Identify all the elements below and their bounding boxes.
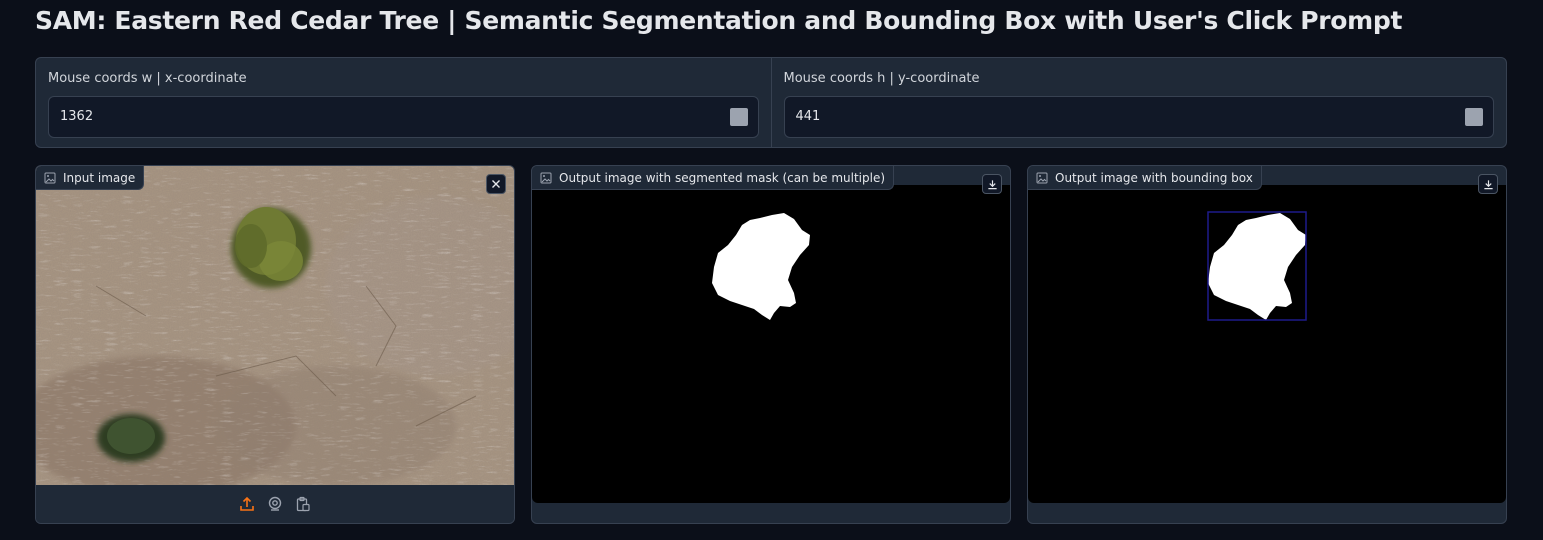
upload-button[interactable] bbox=[238, 495, 256, 513]
x-coordinate-field[interactable]: 1362 bbox=[48, 96, 759, 138]
download-mask-button[interactable] bbox=[982, 174, 1002, 194]
mask-output-panel: Output image with segmented mask (can be… bbox=[531, 165, 1011, 524]
image-icon bbox=[44, 172, 56, 183]
cedar-tree-small bbox=[97, 414, 165, 462]
input-source-toolbar bbox=[36, 485, 514, 523]
x-coordinate-block: Mouse coords w | x-coordinate 1362 bbox=[36, 58, 771, 147]
y-coordinate-swatch bbox=[1465, 108, 1483, 126]
upload-icon bbox=[240, 496, 254, 511]
image-icon bbox=[540, 172, 552, 183]
download-icon bbox=[1483, 179, 1493, 189]
download-bbox-button[interactable] bbox=[1478, 174, 1498, 194]
bbox-output-label: Output image with bounding box bbox=[1028, 166, 1262, 190]
clear-image-button[interactable] bbox=[486, 174, 506, 194]
webcam-button[interactable] bbox=[266, 495, 284, 513]
download-icon bbox=[987, 179, 997, 189]
bbox-output-image bbox=[1028, 185, 1506, 503]
y-coordinate-block: Mouse coords h | y-coordinate 441 bbox=[770, 58, 1507, 147]
input-image-label: Input image bbox=[36, 166, 145, 190]
y-coordinate-value: 441 bbox=[795, 109, 821, 124]
x-coordinate-label: Mouse coords w | x-coordinate bbox=[48, 71, 247, 86]
close-icon bbox=[492, 180, 500, 188]
webcam-icon bbox=[268, 496, 282, 511]
x-coordinate-value: 1362 bbox=[60, 109, 94, 124]
bounding-box-result bbox=[1207, 211, 1307, 321]
bbox-output-panel: Output image with bounding box bbox=[1027, 165, 1507, 524]
segmentation-mask bbox=[1208, 213, 1306, 320]
mask-output-label: Output image with segmented mask (can be… bbox=[532, 166, 895, 190]
input-image-label-text: Input image bbox=[63, 170, 136, 185]
coords-panel: Mouse coords w | x-coordinate 1362 Mouse… bbox=[35, 57, 1507, 148]
mask-output-image bbox=[532, 185, 1010, 503]
page-title: SAM: Eastern Red Cedar Tree | Semantic S… bbox=[35, 6, 1403, 35]
input-image-panel: Input image bbox=[35, 165, 515, 524]
y-coordinate-field[interactable]: 441 bbox=[783, 96, 1494, 138]
y-coordinate-label: Mouse coords h | y-coordinate bbox=[783, 71, 980, 86]
bbox-output-label-text: Output image with bounding box bbox=[1055, 170, 1253, 185]
x-coordinate-swatch bbox=[729, 108, 748, 126]
clipboard-icon bbox=[296, 496, 310, 512]
image-icon bbox=[1036, 172, 1048, 183]
input-image[interactable] bbox=[36, 166, 514, 485]
aerial-photo bbox=[36, 166, 514, 485]
segmentation-mask bbox=[712, 213, 810, 320]
mask-output-label-text: Output image with segmented mask (can be… bbox=[559, 170, 886, 185]
paste-from-clipboard-button[interactable] bbox=[294, 495, 312, 513]
